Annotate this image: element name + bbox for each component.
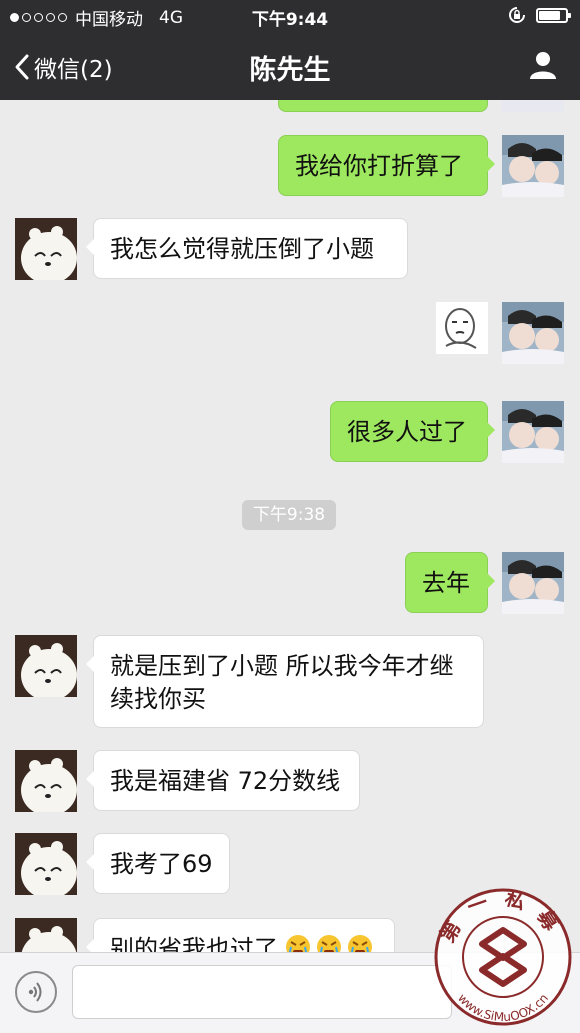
contact-avatar[interactable] (15, 833, 77, 895)
voice-icon (28, 982, 42, 1002)
contact-avatar[interactable] (15, 918, 77, 952)
message-bubble[interactable]: 就是压到了小题 所以我今年才继续找你买 (86, 635, 484, 728)
nav-bar: 微信(2) 陈先生 (0, 30, 580, 100)
message-input[interactable] (72, 965, 452, 1019)
my-avatar[interactable] (502, 100, 564, 112)
chat-title: 陈先生 (249, 55, 331, 86)
battery-icon (536, 7, 571, 23)
my-avatar[interactable] (502, 401, 564, 463)
person-icon (530, 52, 556, 79)
contact-avatar[interactable] (15, 218, 77, 280)
my-avatar[interactable] (502, 302, 564, 364)
message-bubble-partial (278, 100, 488, 112)
my-avatar[interactable] (502, 552, 564, 614)
status-bar: 中国移动 4G 下午9:44 (0, 0, 580, 30)
my-avatar[interactable] (502, 135, 564, 197)
contact-avatar[interactable] (15, 750, 77, 812)
timestamp-chip: 下午9:38 (242, 500, 336, 530)
message-bubble[interactable]: 别的省我也过了 (86, 918, 395, 952)
message-bubble[interactable]: 我给你打折算了 (278, 135, 495, 196)
watermark-logo: 第一私募 www.SiMuOOX.cn (432, 885, 574, 1028)
status-time: 下午9:44 (251, 10, 329, 30)
contact-info-button[interactable] (528, 50, 558, 84)
face-sticker-icon[interactable] (436, 302, 488, 354)
angry-cry-emoji (284, 933, 374, 952)
chat-area[interactable]: 我给你打折算了 我怎么觉得就压倒了小题 很多人过了 下午9:38 去年 就是压到… (0, 100, 580, 952)
message-bubble[interactable]: 我考了69 (86, 833, 230, 894)
rotation-lock-icon (509, 7, 525, 23)
message-bubble[interactable]: 我是福建省 72分数线 (86, 750, 360, 811)
message-bubble[interactable]: 我怎么觉得就压倒了小题 (86, 218, 408, 279)
contact-avatar[interactable] (15, 635, 77, 697)
message-bubble[interactable]: 很多人过了 (330, 401, 495, 462)
message-bubble[interactable]: 去年 (405, 552, 495, 613)
voice-button[interactable] (15, 971, 57, 1013)
